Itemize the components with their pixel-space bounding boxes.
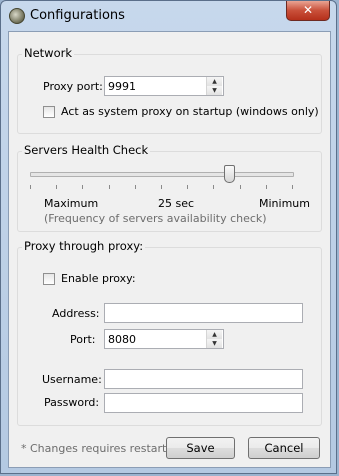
spin-down-icon[interactable]: ▼: [207, 86, 222, 95]
slider-tick: [292, 185, 293, 189]
slider-max-label: Minimum: [259, 197, 310, 210]
slider-tick: [187, 185, 189, 189]
network-group: Network Proxy port: 9991 ▲ ▼ Act as syst…: [17, 46, 322, 134]
username-input[interactable]: [104, 369, 303, 389]
slider-tick: [161, 185, 162, 189]
address-input[interactable]: [104, 303, 303, 323]
username-label: Username:: [42, 373, 102, 386]
slider-thumb[interactable]: [224, 165, 236, 183]
proxy-through-proxy-group: Proxy through proxy: Enable proxy: Addre…: [17, 239, 322, 426]
slider-tick: [56, 185, 58, 189]
slider-tick: [30, 185, 31, 189]
system-proxy-checkbox[interactable]: [43, 106, 55, 118]
port-value: 8080: [108, 333, 136, 346]
slider-tick: [108, 185, 110, 189]
close-button[interactable]: ✕: [286, 1, 330, 21]
proxy-port-label: Proxy port:: [43, 80, 103, 93]
slider-tick: [82, 185, 84, 189]
enable-proxy-label: Enable proxy:: [61, 272, 136, 285]
port-label: Port:: [70, 333, 96, 346]
restart-note: * Changes requires restart: [21, 442, 167, 455]
password-label: Password:: [44, 396, 100, 409]
cancel-button[interactable]: Cancel: [248, 437, 320, 459]
health-check-group: Servers Health Check Maximum 25 sec Mini…: [17, 143, 322, 232]
health-check-slider[interactable]: [30, 172, 294, 177]
password-input[interactable]: [104, 393, 303, 413]
proxy-port-spinner[interactable]: 9991 ▲ ▼: [104, 76, 224, 96]
save-button[interactable]: Save: [166, 437, 235, 459]
configurations-window: Configurations ✕ Network Proxy port: 999…: [0, 0, 337, 474]
slider-tick: [134, 185, 136, 189]
port-spinner[interactable]: 8080 ▲ ▼: [104, 329, 224, 349]
close-icon: ✕: [302, 3, 314, 17]
slider-value-label: 25 sec: [158, 197, 195, 210]
proxy-port-value: 9991: [108, 80, 136, 93]
system-proxy-label: Act as system proxy on startup (windows …: [61, 105, 319, 118]
window-title: Configurations: [30, 8, 125, 23]
health-check-hint: (Frequency of servers availability check…: [44, 212, 267, 225]
spin-down-icon[interactable]: ▼: [207, 339, 222, 348]
enable-proxy-checkbox[interactable]: [43, 273, 55, 285]
health-check-group-title: Servers Health Check: [22, 143, 151, 157]
dialog-body: Network Proxy port: 9991 ▲ ▼ Act as syst…: [8, 31, 331, 468]
slider-tick: [239, 185, 241, 189]
network-group-title: Network: [22, 46, 75, 60]
proxy-through-proxy-title: Proxy through proxy:: [22, 239, 146, 253]
slider-tick: [265, 185, 267, 189]
app-icon: [9, 8, 25, 24]
slider-min-label: Maximum: [44, 197, 99, 210]
slider-tick: [213, 185, 215, 189]
address-label: Address:: [52, 307, 100, 320]
title-bar[interactable]: Configurations ✕: [1, 1, 336, 31]
